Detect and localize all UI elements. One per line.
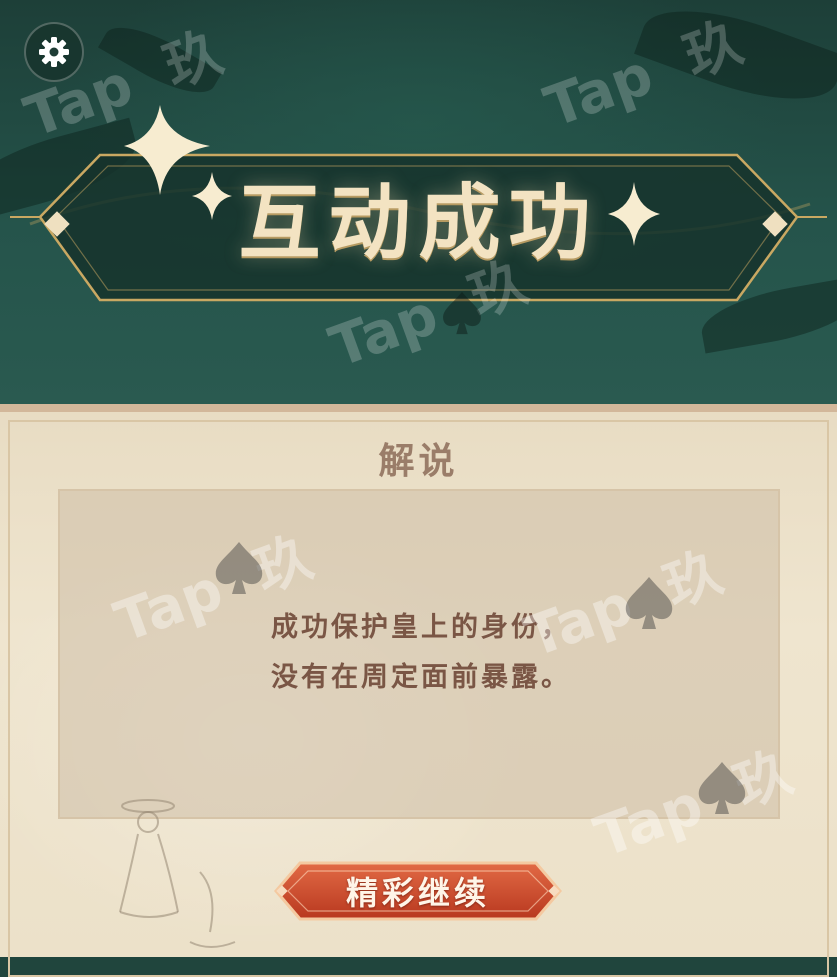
ink-figure-illustration	[119, 799, 236, 948]
narration-panel: 解说 成功保护皇上的身份， 没有在周定面前暴露。 精彩继续	[0, 404, 837, 977]
decor-leaf	[98, 12, 222, 108]
header-banner-area: 互动成功	[0, 0, 837, 410]
continue-button-label: 精彩继续	[345, 874, 490, 912]
narration-text: 成功保护皇上的身份， 没有在周定面前暴露。	[60, 603, 782, 703]
narration-box: 成功保护皇上的身份， 没有在周定面前暴露。	[58, 489, 780, 819]
narration-line: 成功保护皇上的身份，	[271, 612, 571, 643]
gear-icon	[39, 37, 69, 67]
banner-title: 互动成功	[238, 175, 599, 271]
panel-heading: 解说	[378, 440, 459, 482]
settings-button[interactable]	[24, 22, 84, 82]
continue-button[interactable]: 精彩继续	[270, 849, 566, 933]
narration-line: 没有在周定面前暴露。	[271, 662, 571, 693]
